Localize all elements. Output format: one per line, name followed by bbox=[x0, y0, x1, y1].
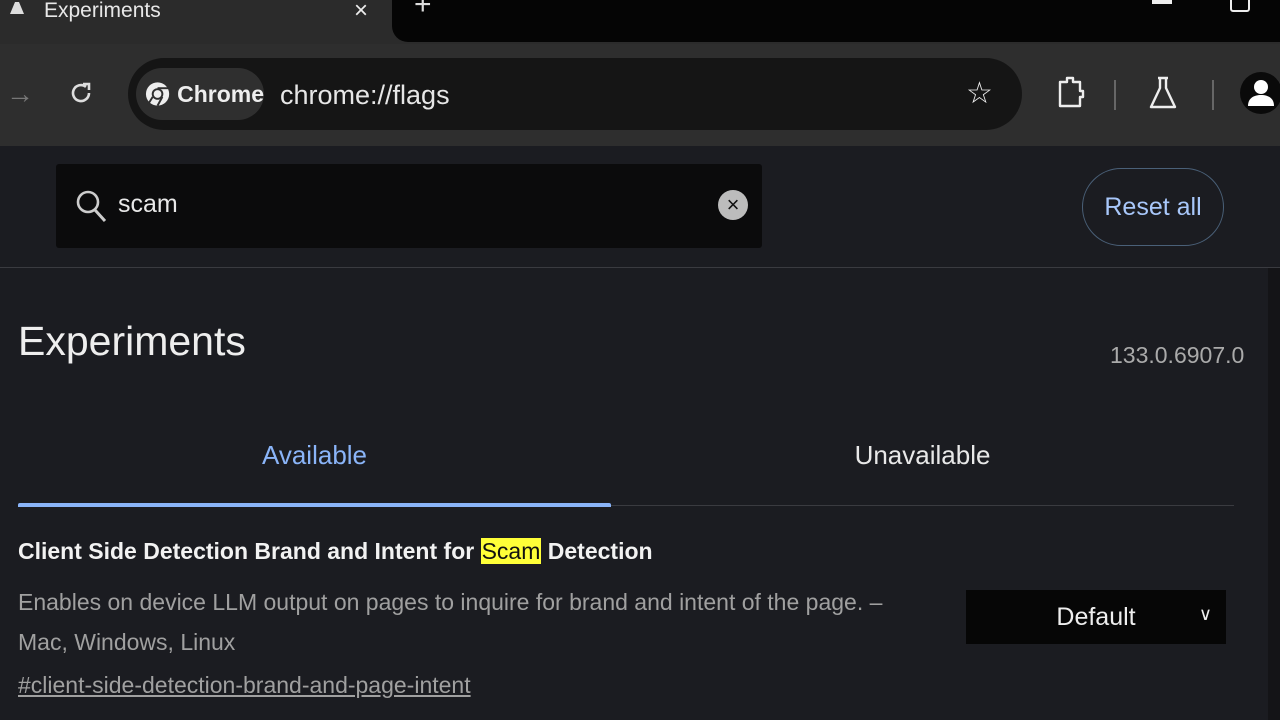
tab-strip: Experiments × + bbox=[0, 0, 1280, 44]
flag-title-text: Client Side Detection Brand and Intent f… bbox=[18, 538, 481, 564]
chevron-down-icon: ∨ bbox=[1198, 604, 1212, 624]
tab-available[interactable]: Available bbox=[18, 440, 611, 471]
address-bar[interactable]: Chrome chrome://flags ☆ bbox=[128, 58, 1022, 130]
flag-title-text: Detection bbox=[541, 538, 653, 564]
reload-icon[interactable] bbox=[68, 80, 94, 106]
maximize-icon[interactable] bbox=[1230, 0, 1250, 12]
divider bbox=[1114, 80, 1116, 110]
search-header: scam × Reset all bbox=[0, 146, 1280, 268]
chip-label: Chrome bbox=[177, 80, 264, 107]
flag-state-select[interactable]: Default ∨ bbox=[966, 590, 1226, 644]
scrollbar[interactable] bbox=[1268, 268, 1280, 720]
minimize-icon[interactable] bbox=[1152, 0, 1172, 4]
star-icon[interactable]: ☆ bbox=[966, 76, 993, 111]
site-info-chip[interactable]: Chrome bbox=[136, 68, 264, 120]
flag-title: Client Side Detection Brand and Intent f… bbox=[18, 538, 653, 565]
new-tab-button[interactable]: + bbox=[414, 0, 432, 22]
search-input[interactable]: scam × bbox=[56, 164, 762, 248]
search-value: scam bbox=[118, 190, 178, 218]
avatar-icon bbox=[1248, 80, 1274, 106]
toolbar: → Chrome chrome://flags ☆ bbox=[0, 44, 1280, 146]
flag-permalink[interactable]: #client-side-detection-brand-and-page-in… bbox=[18, 672, 471, 699]
divider bbox=[1212, 80, 1214, 110]
profile-avatar[interactable] bbox=[1240, 72, 1280, 114]
search-icon bbox=[76, 190, 107, 223]
forward-icon[interactable]: → bbox=[6, 78, 34, 110]
tab-strip-empty: + bbox=[392, 0, 1280, 42]
reset-all-button[interactable]: Reset all bbox=[1082, 168, 1224, 246]
puzzle-icon[interactable] bbox=[1056, 74, 1086, 110]
close-tab-icon[interactable]: × bbox=[354, 0, 368, 23]
flag-description: Enables on device LLM output on pages to… bbox=[18, 589, 883, 655]
tab-unavailable[interactable]: Unavailable bbox=[626, 440, 1219, 471]
search-highlight: Scam bbox=[480, 538, 542, 564]
tab-title: Experiments bbox=[44, 0, 161, 22]
active-tab-indicator bbox=[18, 503, 611, 507]
version-label: 133.0.6907.0 bbox=[1110, 342, 1245, 368]
flask-icon bbox=[10, 2, 24, 14]
url-text[interactable]: chrome://flags bbox=[280, 80, 450, 111]
selected-value: Default bbox=[1056, 602, 1136, 631]
tab-bar: Available Unavailable bbox=[18, 420, 1234, 507]
page-title: Experiments bbox=[18, 318, 246, 364]
flask-icon[interactable] bbox=[1148, 74, 1178, 110]
tab-experiments[interactable]: Experiments × bbox=[0, 0, 392, 44]
chrome-logo-icon bbox=[145, 82, 170, 107]
clear-search-icon[interactable]: × bbox=[718, 190, 748, 220]
